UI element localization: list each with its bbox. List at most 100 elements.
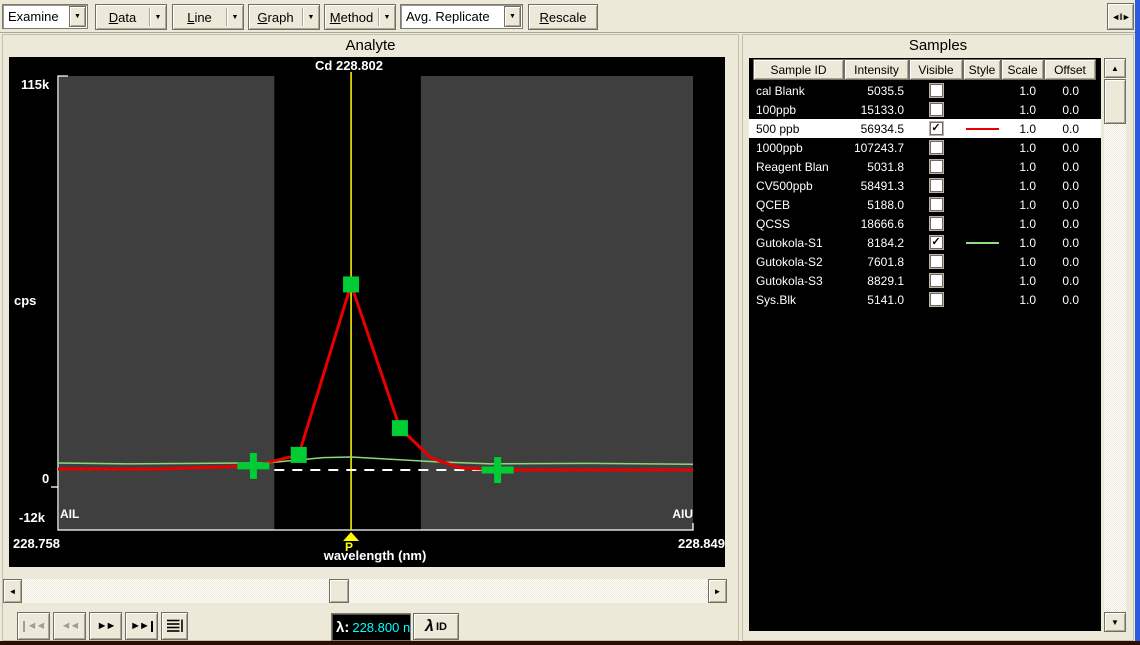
style-cell <box>963 176 1001 195</box>
scale-cell: 1.0 <box>1001 214 1044 233</box>
visible-checkbox[interactable]: ✓ <box>930 255 943 268</box>
v-scroll-thumb[interactable] <box>1104 79 1126 124</box>
column-header-scale[interactable]: Scale <box>1001 59 1044 80</box>
visible-cell: ✓ <box>909 138 963 157</box>
replicate-mode-select[interactable]: Avg. Replicate ▼ <box>400 4 523 29</box>
scale-cell: 1.0 <box>1001 252 1044 271</box>
rescale-button[interactable]: Rescale <box>528 4 598 30</box>
offset-cell: 0.0 <box>1044 214 1096 233</box>
visible-cell: ✓ <box>909 157 963 176</box>
graph-menu-button[interactable]: Graph ▼ <box>248 4 320 30</box>
scale-cell: 1.0 <box>1001 100 1044 119</box>
chart-h-scrollbar[interactable]: ◄ ► <box>3 579 727 603</box>
column-header-style[interactable]: Style <box>963 59 1001 80</box>
next-replicate-button[interactable]: ►► <box>89 612 122 640</box>
examine-select[interactable]: Examine ▼ <box>2 4 88 29</box>
visible-checkbox[interactable]: ✓ <box>930 217 943 230</box>
sample-id-cell: CV500ppb <box>749 176 844 195</box>
chevron-down-icon[interactable]: ▼ <box>69 6 86 27</box>
column-header-intensity[interactable]: Intensity <box>844 59 909 80</box>
chevron-down-icon: ▼ <box>227 14 243 21</box>
intensity-cell: 5035.5 <box>844 81 909 100</box>
sample-id-cell: 500 ppb <box>749 119 844 138</box>
offset-cell: 0.0 <box>1044 252 1096 271</box>
chart-line-title: Cd 228.802 <box>9 58 689 73</box>
fast-forward-icon: ►► <box>97 621 115 632</box>
scroll-up-button[interactable]: ▲ <box>1104 58 1126 78</box>
sample-id-cell: Gutokola-S2 <box>749 252 844 271</box>
line-menu-button[interactable]: Line ▼ <box>172 4 244 30</box>
scroll-right-button[interactable]: ► <box>708 579 727 603</box>
visible-checkbox[interactable]: ✓ <box>930 103 943 116</box>
table-row[interactable]: Gutokola-S3 8829.1 ✓ 1.0 0.0 <box>749 271 1101 290</box>
method-menu-button[interactable]: Method ▼ <box>324 4 396 30</box>
pane-splitter-button[interactable]: ◄‖► <box>1107 3 1134 30</box>
offset-cell: 0.0 <box>1044 290 1096 309</box>
chart-area[interactable]: Cd 228.802 115k cps 0 -12k AIL AIU 228.7… <box>9 57 725 567</box>
last-replicate-button[interactable]: ►► <box>125 612 158 640</box>
sample-id-cell: Gutokola-S1 <box>749 233 844 252</box>
style-cell <box>963 157 1001 176</box>
sample-id-cell: 1000ppb <box>749 138 844 157</box>
graph-menu-label: Graph <box>249 10 302 25</box>
table-row[interactable]: Gutokola-S1 8184.2 ✓ 1.0 0.0 <box>749 233 1101 252</box>
intensity-cell: 58491.3 <box>844 176 909 195</box>
data-menu-button[interactable]: Data ▼ <box>95 4 167 30</box>
scroll-left-button[interactable]: ◄ <box>3 579 22 603</box>
sample-id-cell: Reagent Blan <box>749 157 844 176</box>
list-icon <box>166 618 184 635</box>
visible-checkbox[interactable]: ✓ <box>930 179 943 192</box>
table-row[interactable]: QCEB 5188.0 ✓ 1.0 0.0 <box>749 195 1101 214</box>
window-edge-bottom <box>0 641 1140 645</box>
table-row[interactable]: Gutokola-S2 7601.8 ✓ 1.0 0.0 <box>749 252 1101 271</box>
style-cell <box>963 290 1001 309</box>
visible-checkbox[interactable]: ✓ <box>930 274 943 287</box>
h-scroll-thumb[interactable] <box>329 579 349 603</box>
visible-cell: ✓ <box>909 233 963 252</box>
intensity-cell: 8184.2 <box>844 233 909 252</box>
sample-id-cell: 100ppb <box>749 100 844 119</box>
checkmark-icon: ✓ <box>931 237 940 248</box>
style-cell <box>963 119 1001 138</box>
arrow-down-icon: ▼ <box>1111 618 1119 627</box>
table-row[interactable]: cal Blank 5035.5 ✓ 1.0 0.0 <box>749 81 1101 100</box>
scroll-down-button[interactable]: ▼ <box>1104 612 1126 632</box>
chevron-down-icon[interactable]: ▼ <box>504 6 521 27</box>
table-row[interactable]: 1000ppb 107243.7 ✓ 1.0 0.0 <box>749 138 1101 157</box>
offset-cell: 0.0 <box>1044 271 1096 290</box>
skip-first-icon: ◄◄ <box>23 621 45 632</box>
replicate-list-button[interactable] <box>161 612 188 640</box>
style-cell <box>963 138 1001 157</box>
checkmark-icon: ✓ <box>931 123 940 134</box>
visible-checkbox[interactable]: ✓ <box>930 160 943 173</box>
table-row[interactable]: 100ppb 15133.0 ✓ 1.0 0.0 <box>749 100 1101 119</box>
samples-v-scrollbar[interactable]: ▲ ▼ <box>1104 58 1126 632</box>
table-row[interactable]: Sys.Blk 5141.0 ✓ 1.0 0.0 <box>749 290 1101 309</box>
intensity-cell: 5141.0 <box>844 290 909 309</box>
table-row[interactable]: Reagent Blan 5031.8 ✓ 1.0 0.0 <box>749 157 1101 176</box>
table-row[interactable]: QCSS 18666.6 ✓ 1.0 0.0 <box>749 214 1101 233</box>
first-replicate-button[interactable]: ◄◄ <box>17 612 50 640</box>
offset-cell: 0.0 <box>1044 176 1096 195</box>
table-row[interactable]: CV500ppb 58491.3 ✓ 1.0 0.0 <box>749 176 1101 195</box>
lambda-id-button[interactable]: λ ID <box>413 613 459 640</box>
visible-cell: ✓ <box>909 214 963 233</box>
visible-cell: ✓ <box>909 81 963 100</box>
column-header-visible[interactable]: Visible <box>909 59 963 80</box>
wavelength-display: λ: 228.800 nm <box>331 613 411 641</box>
visible-checkbox[interactable]: ✓ <box>930 141 943 154</box>
visible-cell: ✓ <box>909 290 963 309</box>
window-edge-right <box>1135 0 1140 645</box>
visible-cell: ✓ <box>909 176 963 195</box>
visible-cell: ✓ <box>909 100 963 119</box>
visible-checkbox[interactable]: ✓ <box>930 122 943 135</box>
previous-replicate-button[interactable]: ◄◄ <box>53 612 86 640</box>
column-header-sample-id[interactable]: Sample ID <box>753 59 844 80</box>
visible-checkbox[interactable]: ✓ <box>930 198 943 211</box>
scale-cell: 1.0 <box>1001 119 1044 138</box>
table-row[interactable]: 500 ppb 56934.5 ✓ 1.0 0.0 <box>749 119 1101 138</box>
column-header-offset[interactable]: Offset <box>1044 59 1096 80</box>
visible-checkbox[interactable]: ✓ <box>930 84 943 97</box>
visible-checkbox[interactable]: ✓ <box>930 236 943 249</box>
visible-checkbox[interactable]: ✓ <box>930 293 943 306</box>
